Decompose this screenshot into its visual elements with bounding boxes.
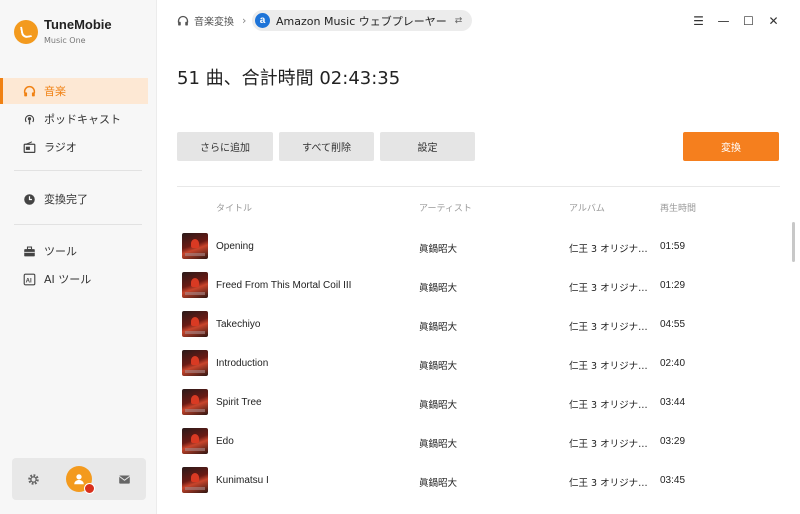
track-artist: 眞鍋昭大 bbox=[419, 361, 458, 372]
track-album: 仁王 3 オリジナ… bbox=[569, 361, 648, 372]
table-row[interactable]: Spirit Tree 眞鍋昭大 仁王 3 オリジナ… 03:44 bbox=[177, 388, 780, 427]
podcast-icon bbox=[22, 112, 36, 126]
album-cover bbox=[182, 389, 208, 415]
headphones-icon bbox=[22, 84, 36, 98]
swap-icon: ⇄ bbox=[454, 15, 463, 26]
user-avatar[interactable] bbox=[65, 466, 95, 494]
sidebar-bottom-bar bbox=[12, 458, 146, 500]
sidebar-item-converted[interactable]: 変換完了 bbox=[0, 186, 148, 212]
add-more-button[interactable]: さらに追加 bbox=[177, 132, 273, 161]
radio-icon bbox=[22, 140, 36, 154]
source-label: Amazon Music ウェブプレーヤー bbox=[276, 14, 447, 28]
track-artist: 眞鍋昭大 bbox=[419, 283, 458, 294]
table-divider bbox=[177, 186, 780, 187]
track-title: Kunimatsu I bbox=[216, 475, 269, 486]
track-duration: 03:44 bbox=[660, 397, 686, 408]
track-artist: 眞鍋昭大 bbox=[419, 478, 458, 489]
track-duration: 01:29 bbox=[660, 280, 686, 291]
user-icon bbox=[74, 474, 84, 485]
minimize-icon[interactable]: — bbox=[711, 12, 736, 30]
track-album: 仁王 3 オリジナ… bbox=[569, 244, 648, 255]
brand: TuneMobie Music One bbox=[14, 16, 112, 45]
toolbox-icon bbox=[22, 244, 36, 258]
chevron-right-icon: › bbox=[242, 14, 247, 27]
track-album: 仁王 3 オリジナ… bbox=[569, 439, 648, 450]
sidebar-item-tools[interactable]: ツール bbox=[0, 238, 148, 264]
table-row[interactable]: Opening 眞鍋昭大 仁王 3 オリジナ… 01:59 bbox=[177, 232, 780, 271]
table-row[interactable]: Edo 眞鍋昭大 仁王 3 オリジナ… 03:29 bbox=[177, 427, 780, 466]
track-artist: 眞鍋昭大 bbox=[419, 439, 458, 450]
maximize-icon[interactable]: ☐ bbox=[736, 12, 761, 30]
headphones-icon bbox=[177, 15, 189, 25]
sidebar-item-radio[interactable]: ラジオ bbox=[0, 134, 148, 160]
column-header-title: タイトル bbox=[216, 204, 253, 214]
sidebar-item-ai-tools[interactable]: AI AI ツール bbox=[0, 266, 148, 292]
track-duration: 01:59 bbox=[660, 241, 686, 252]
track-title: Introduction bbox=[216, 358, 269, 369]
track-artist: 眞鍋昭大 bbox=[419, 244, 458, 255]
tunemobie-logo-icon bbox=[14, 20, 38, 44]
track-title: Spirit Tree bbox=[216, 397, 262, 408]
sidebar-item-label: ラジオ bbox=[44, 141, 77, 154]
album-cover bbox=[182, 467, 208, 493]
account-status-badge bbox=[83, 483, 95, 494]
track-title: Edo bbox=[216, 436, 234, 447]
sidebar-item-label: AI ツール bbox=[44, 273, 92, 286]
album-cover bbox=[182, 428, 208, 454]
track-title: Freed From This Mortal Coil III bbox=[216, 280, 352, 291]
album-cover bbox=[182, 272, 208, 298]
sidebar-item-label: ポッドキャスト bbox=[44, 113, 121, 126]
track-duration: 04:55 bbox=[660, 319, 686, 330]
track-album: 仁王 3 オリジナ… bbox=[569, 478, 648, 489]
table-row[interactable]: Freed From This Mortal Coil III 眞鍋昭大 仁王 … bbox=[177, 271, 780, 310]
breadcrumb: 音楽変換 › bbox=[177, 13, 254, 28]
window-controls: ☰ — ☐ ✕ bbox=[686, 12, 786, 30]
sidebar-divider bbox=[14, 224, 142, 225]
track-album: 仁王 3 オリジナ… bbox=[569, 283, 648, 294]
track-album: 仁王 3 オリジナ… bbox=[569, 322, 648, 333]
track-title: Takechiyo bbox=[216, 319, 261, 330]
clock-icon bbox=[22, 192, 36, 206]
sidebar-item-label: ツール bbox=[44, 245, 77, 258]
track-title: Opening bbox=[216, 241, 254, 252]
menu-icon[interactable]: ☰ bbox=[686, 12, 711, 30]
table-row[interactable]: Introduction 眞鍋昭大 仁王 3 オリジナ… 02:40 bbox=[177, 349, 780, 388]
convert-button[interactable]: 変換 bbox=[683, 132, 779, 161]
app-subtitle: Music One bbox=[44, 36, 86, 45]
ai-icon: AI bbox=[22, 272, 36, 286]
sidebar: TuneMobie Music One 音楽 ポッドキャスト ラジオ 変換完了 … bbox=[0, 0, 157, 514]
track-artist: 眞鍋昭大 bbox=[419, 400, 458, 411]
column-header-album: アルバム bbox=[569, 204, 605, 214]
album-cover bbox=[182, 233, 208, 259]
track-duration: 02:40 bbox=[660, 358, 686, 369]
sidebar-item-label: 音楽 bbox=[44, 85, 66, 98]
list-scrollbar[interactable] bbox=[792, 222, 795, 262]
settings-button[interactable]: 設定 bbox=[380, 132, 475, 161]
amazon-music-icon: a bbox=[255, 13, 270, 28]
source-selector[interactable]: a Amazon Music ウェブプレーヤー ⇄ bbox=[252, 10, 473, 31]
breadcrumb-label[interactable]: 音楽変換 bbox=[194, 13, 234, 28]
track-artist: 眞鍋昭大 bbox=[419, 322, 458, 333]
track-duration: 03:45 bbox=[660, 475, 686, 486]
song-count-title: 51 曲、合計時間 02:43:35 bbox=[177, 68, 401, 89]
svg-text:AI: AI bbox=[25, 277, 31, 284]
app-name: TuneMobie bbox=[44, 17, 112, 32]
column-header-artist: アーティスト bbox=[419, 204, 472, 214]
mail-icon[interactable] bbox=[115, 469, 135, 489]
album-cover bbox=[182, 311, 208, 337]
sidebar-item-music[interactable]: 音楽 bbox=[0, 78, 148, 104]
column-header-duration: 再生時間 bbox=[660, 204, 697, 214]
track-duration: 03:29 bbox=[660, 436, 686, 447]
gear-icon[interactable] bbox=[23, 469, 43, 489]
sidebar-item-label: 変換完了 bbox=[44, 193, 88, 206]
close-icon[interactable]: ✕ bbox=[761, 12, 786, 30]
track-album: 仁王 3 オリジナ… bbox=[569, 400, 648, 411]
table-row[interactable]: Kunimatsu I 眞鍋昭大 仁王 3 オリジナ… 03:45 bbox=[177, 466, 780, 505]
delete-all-button[interactable]: すべて削除 bbox=[279, 132, 374, 161]
table-row[interactable]: Takechiyo 眞鍋昭大 仁王 3 オリジナ… 04:55 bbox=[177, 310, 780, 349]
sidebar-divider bbox=[14, 170, 142, 171]
sidebar-item-podcast[interactable]: ポッドキャスト bbox=[0, 106, 148, 132]
album-cover bbox=[182, 350, 208, 376]
top-bar: 音楽変換 › a Amazon Music ウェブプレーヤー ⇄ ☰ — ☐ ✕ bbox=[157, 0, 800, 42]
